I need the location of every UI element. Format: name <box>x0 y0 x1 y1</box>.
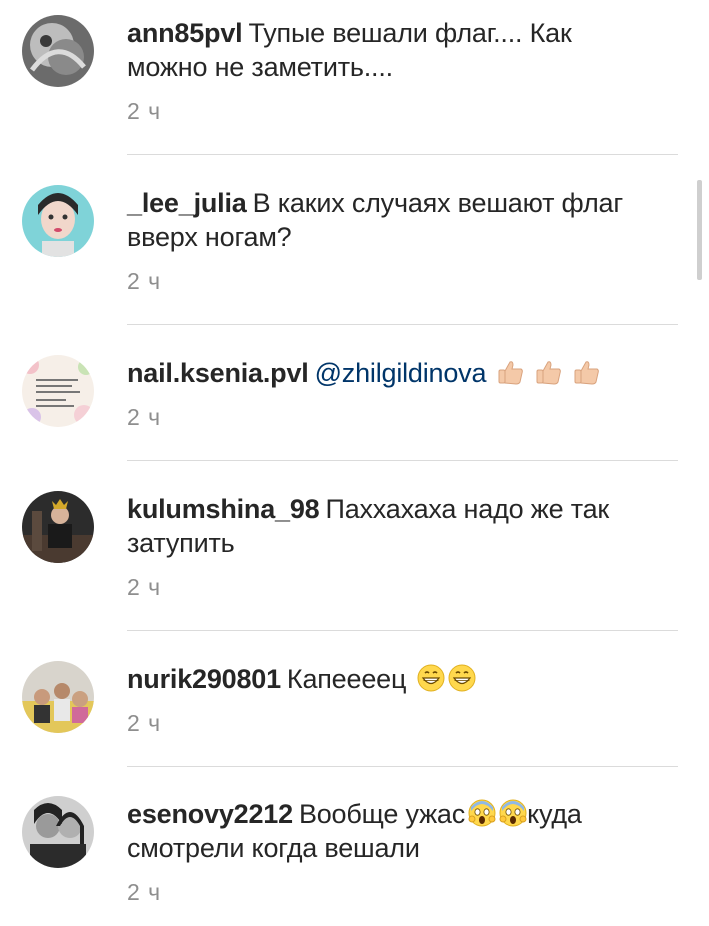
thumbs-up-icon <box>494 358 525 388</box>
avatar[interactable] <box>22 185 94 257</box>
mention-link[interactable]: @zhilgildinova <box>315 358 487 388</box>
comment-item: nurik290801 Капеееец 2 ч <box>0 646 709 767</box>
grinning-face-icon <box>414 664 445 694</box>
grinning-face-icon <box>445 664 476 694</box>
divider <box>127 324 678 325</box>
avatar[interactable] <box>22 491 94 563</box>
divider <box>127 154 678 155</box>
username-link[interactable]: nail.ksenia.pvl <box>127 358 309 388</box>
username-link[interactable]: kulumshina_98 <box>127 494 320 524</box>
comment-timestamp: 2 ч <box>127 879 162 905</box>
avatar[interactable] <box>22 796 94 868</box>
comment-item: nail.ksenia.pvl @zhilgildinova 2 ч <box>0 340 709 461</box>
comment-timestamp: 2 ч <box>127 268 162 294</box>
username-link[interactable]: ann85pvl <box>127 18 243 48</box>
screaming-face-icon <box>465 799 496 829</box>
scrollbar[interactable] <box>697 180 702 280</box>
comment-timestamp: 2 ч <box>127 404 162 430</box>
comment-text: ann85pvl Тупые вешали флаг.... Как можно … <box>127 16 647 84</box>
comment-text: kulumshina_98 Паххахаха надо же так затуп… <box>127 492 647 560</box>
comment-text: nail.ksenia.pvl @zhilgildinova <box>127 356 647 390</box>
comment-item: ann85pvl Тупые вешали флаг.... Как можно … <box>0 0 709 155</box>
comment-timestamp: 2 ч <box>127 710 162 736</box>
comment-text: nurik290801 Капеееец <box>127 662 647 696</box>
comment-item: esenovy2212 Вообще ужас куда смотрели когд… <box>0 781 709 926</box>
username-link[interactable]: nurik290801 <box>127 664 281 694</box>
screaming-face-icon <box>496 799 527 829</box>
avatar[interactable] <box>22 355 94 427</box>
comment-text: esenovy2212 Вообще ужас куда смотрели когд… <box>127 797 647 865</box>
avatar[interactable] <box>22 661 94 733</box>
username-link[interactable]: _lee_julia <box>127 188 247 218</box>
comment-body: Вообще ужас <box>298 799 466 829</box>
comment-body: Капеееец <box>286 664 407 694</box>
username-link[interactable]: esenovy2212 <box>127 799 293 829</box>
comment-text: _lee_julia В каких случаях вешают флаг вв… <box>127 186 647 254</box>
thumbs-up-icon <box>532 358 563 388</box>
thumbs-up-icon <box>570 358 601 388</box>
divider <box>127 460 678 461</box>
comment-timestamp: 2 ч <box>127 98 162 124</box>
avatar[interactable] <box>22 15 94 87</box>
divider <box>127 766 678 767</box>
comment-item: kulumshina_98 Паххахаха надо же так затуп… <box>0 476 709 631</box>
comment-item: _lee_julia В каких случаях вешают флаг вв… <box>0 170 709 325</box>
comment-timestamp: 2 ч <box>127 574 162 600</box>
divider <box>127 630 678 631</box>
